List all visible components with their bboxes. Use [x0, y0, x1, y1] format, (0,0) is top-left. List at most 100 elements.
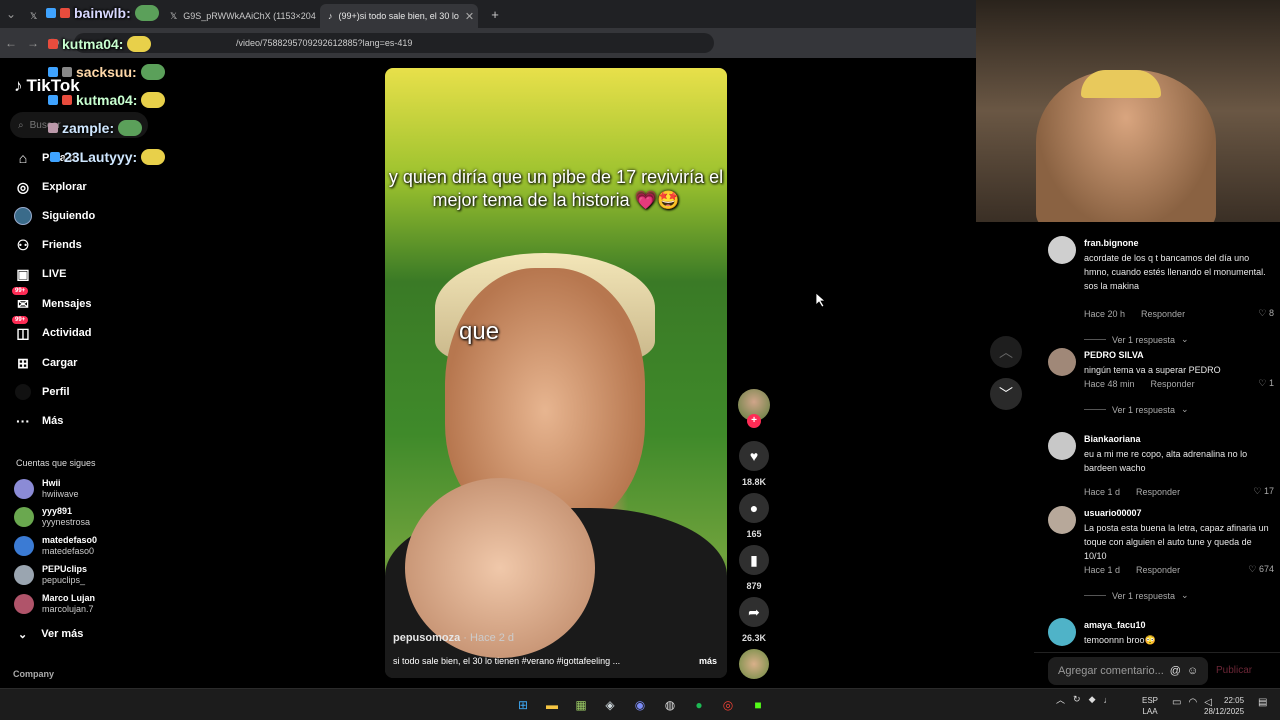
video-time: · Hace 2 d — [463, 632, 515, 644]
reply-button[interactable]: Responder — [1136, 565, 1180, 575]
share-icon[interactable]: ➦ — [739, 597, 769, 627]
video-description: si todo sale bien, el 30 lo tienen #vera… — [393, 656, 621, 666]
post-comment-button[interactable]: Publicar — [1216, 665, 1252, 676]
tray-expand-icon[interactable]: ︿ — [1056, 693, 1065, 706]
video-author[interactable]: pepusomoza · Hace 2 d — [393, 632, 514, 644]
nav-cargar[interactable]: ⊞ Cargar — [14, 354, 77, 372]
chat-message: bainwlb: — [46, 5, 159, 21]
nav-friends[interactable]: ⚇ Friends — [14, 236, 82, 254]
tab-search-icon[interactable]: ⌄ — [0, 7, 22, 21]
chevron-up-icon: ︿ — [999, 344, 1013, 360]
account-handle: matedefaso0 — [42, 546, 95, 556]
heart-icon[interactable]: ♥ — [739, 441, 769, 471]
spotify-icon[interactable]: ● — [689, 695, 709, 715]
shield-icon[interactable]: ◆ — [1089, 694, 1096, 705]
divider — [1084, 409, 1106, 410]
follow-plus-icon[interactable]: + — [747, 414, 761, 428]
avatar[interactable] — [1048, 506, 1076, 534]
following-account[interactable]: Hwii hwiiwave — [14, 478, 79, 500]
comment-user[interactable]: amaya_facu10 — [1084, 620, 1146, 630]
view-replies[interactable]: Ver 1 respuesta ⌄ — [1084, 404, 1189, 415]
following-account[interactable]: yyy891 yyynestrosa — [14, 506, 90, 528]
system-clock[interactable]: 22:05 28/12/2025 — [1204, 695, 1244, 717]
comments-panel: fran.bignone acordate de los q t bancamo… — [1034, 222, 1280, 688]
bookmark-icon[interactable]: ▮ — [739, 545, 769, 575]
avatar[interactable] — [1048, 348, 1076, 376]
following-account[interactable]: PEPUclips pepuclips_ — [14, 564, 87, 586]
sync-icon[interactable]: ↻ — [1073, 694, 1081, 705]
nav-actividad[interactable]: ◫ 99+ Actividad — [12, 316, 92, 342]
company-link[interactable]: Company — [13, 669, 54, 679]
chat-badge-icon — [48, 123, 58, 133]
mention-icon[interactable]: @ — [1170, 665, 1181, 677]
tab-close-icon[interactable]: ✕ — [465, 10, 474, 23]
share-action[interactable]: ➦ 26.3K — [738, 597, 770, 643]
steam-icon[interactable]: ◈ — [600, 695, 620, 715]
avatar[interactable] — [1048, 618, 1076, 646]
reply-button[interactable]: Responder — [1141, 309, 1185, 319]
following-account[interactable]: matedefaso0 matedefaso0 — [14, 535, 97, 557]
view-replies[interactable]: Ver 1 respuesta ⌄ — [1084, 334, 1189, 345]
comment-likes[interactable]: ♡ 17 — [1253, 486, 1274, 497]
comment-meta: Hace 1 d Responder ♡ 674 — [1084, 564, 1274, 575]
chevron-down-icon: ⌄ — [1181, 334, 1189, 344]
comment-text: temoonnn broo😳 — [1084, 635, 1156, 645]
reply-button[interactable]: Responder — [1151, 379, 1195, 389]
mic-icon[interactable]: ♩ — [1103, 695, 1112, 705]
clock-time: 22:05 — [1224, 696, 1245, 705]
comment-action[interactable]: ● 165 — [738, 493, 770, 539]
see-more-button[interactable]: ⌄ Ver más — [18, 628, 83, 641]
kick-icon[interactable]: ■ — [748, 695, 768, 715]
nav-live[interactable]: ▣ LIVE — [14, 265, 66, 283]
next-video-button[interactable]: ﹀ — [990, 378, 1022, 410]
avatar[interactable] — [1048, 236, 1076, 264]
video-player[interactable]: y quien diría que un pibe de 17 revivirí… — [385, 68, 727, 678]
tab-2[interactable]: 𝕏 G9S_pRWWkAAiChX (1153×204 ✕ — [162, 4, 320, 28]
comment-user[interactable]: usuario00007 — [1084, 508, 1142, 518]
comment-icon[interactable]: ● — [739, 493, 769, 523]
comment-user[interactable]: Biankaoriana — [1084, 434, 1141, 444]
nav-mensajes[interactable]: ✉ 99+ Mensajes — [12, 287, 92, 313]
chat-message: kutma04: — [48, 92, 166, 108]
view-replies[interactable]: Ver 1 respuesta ⌄ — [1084, 590, 1189, 601]
save-action[interactable]: ▮ 879 — [738, 545, 770, 591]
back-icon[interactable]: ← — [0, 36, 22, 50]
discord-icon[interactable]: ◉ — [630, 695, 650, 715]
comment-user[interactable]: PEDRO SILVA — [1084, 350, 1144, 360]
nav-mas[interactable]: ··· Más — [14, 412, 63, 430]
notification-icon[interactable]: ▤ — [1258, 697, 1267, 708]
comment-user[interactable]: fran.bignone — [1084, 238, 1139, 248]
emoji-icon[interactable]: ☺ — [1187, 665, 1198, 677]
reply-button[interactable]: Responder — [1136, 487, 1180, 497]
chat-badge-icon — [60, 8, 70, 18]
comment-likes[interactable]: ♡ 1 — [1258, 378, 1274, 389]
chrome-icon[interactable]: ◎ — [718, 695, 738, 715]
comment-likes[interactable]: ♡ 674 — [1248, 564, 1274, 575]
obs-icon[interactable]: ◍ — [660, 695, 680, 715]
previous-video-button[interactable]: ︿ — [990, 336, 1022, 368]
forward-icon[interactable]: → — [22, 36, 44, 50]
comment-count: 165 — [746, 529, 762, 539]
comment-likes[interactable]: ♡ 8 — [1258, 308, 1274, 319]
like-count: 8 — [1268, 308, 1274, 318]
following-account[interactable]: Marco Lujan marcolujan.7 — [14, 593, 95, 615]
music-disc-avatar[interactable] — [739, 649, 769, 679]
avatar[interactable] — [1048, 432, 1076, 460]
file-explorer-icon[interactable]: ▬ — [542, 695, 562, 715]
friends-icon: ⚇ — [16, 236, 30, 253]
emote-icon — [141, 149, 166, 165]
like-action[interactable]: ♥ 18.8K — [738, 441, 770, 487]
account-name: yyy891 — [42, 506, 73, 516]
nav-explorar[interactable]: ◎ Explorar — [14, 178, 87, 196]
windows-start-icon[interactable]: ⊞ — [513, 695, 533, 715]
nav-perfil[interactable]: Perfil — [14, 383, 70, 401]
like-count: 17 — [1263, 486, 1274, 496]
app-icon[interactable]: ▦ — [571, 695, 591, 715]
url-field[interactable]: /video/7588295709292612885?lang=es-419 — [74, 33, 714, 53]
tab-3-active[interactable]: ♪ (99+)si todo sale bien, el 30 lo ✕ — [320, 4, 478, 28]
nav-siguiendo[interactable]: Siguiendo — [14, 207, 95, 225]
language-indicator[interactable]: ESP LAA — [1142, 695, 1158, 717]
new-tab-button[interactable]: + — [484, 7, 506, 22]
comment-input[interactable]: Agregar comentario... @ ☺ — [1048, 656, 1208, 685]
more-link[interactable]: más — [699, 656, 717, 666]
